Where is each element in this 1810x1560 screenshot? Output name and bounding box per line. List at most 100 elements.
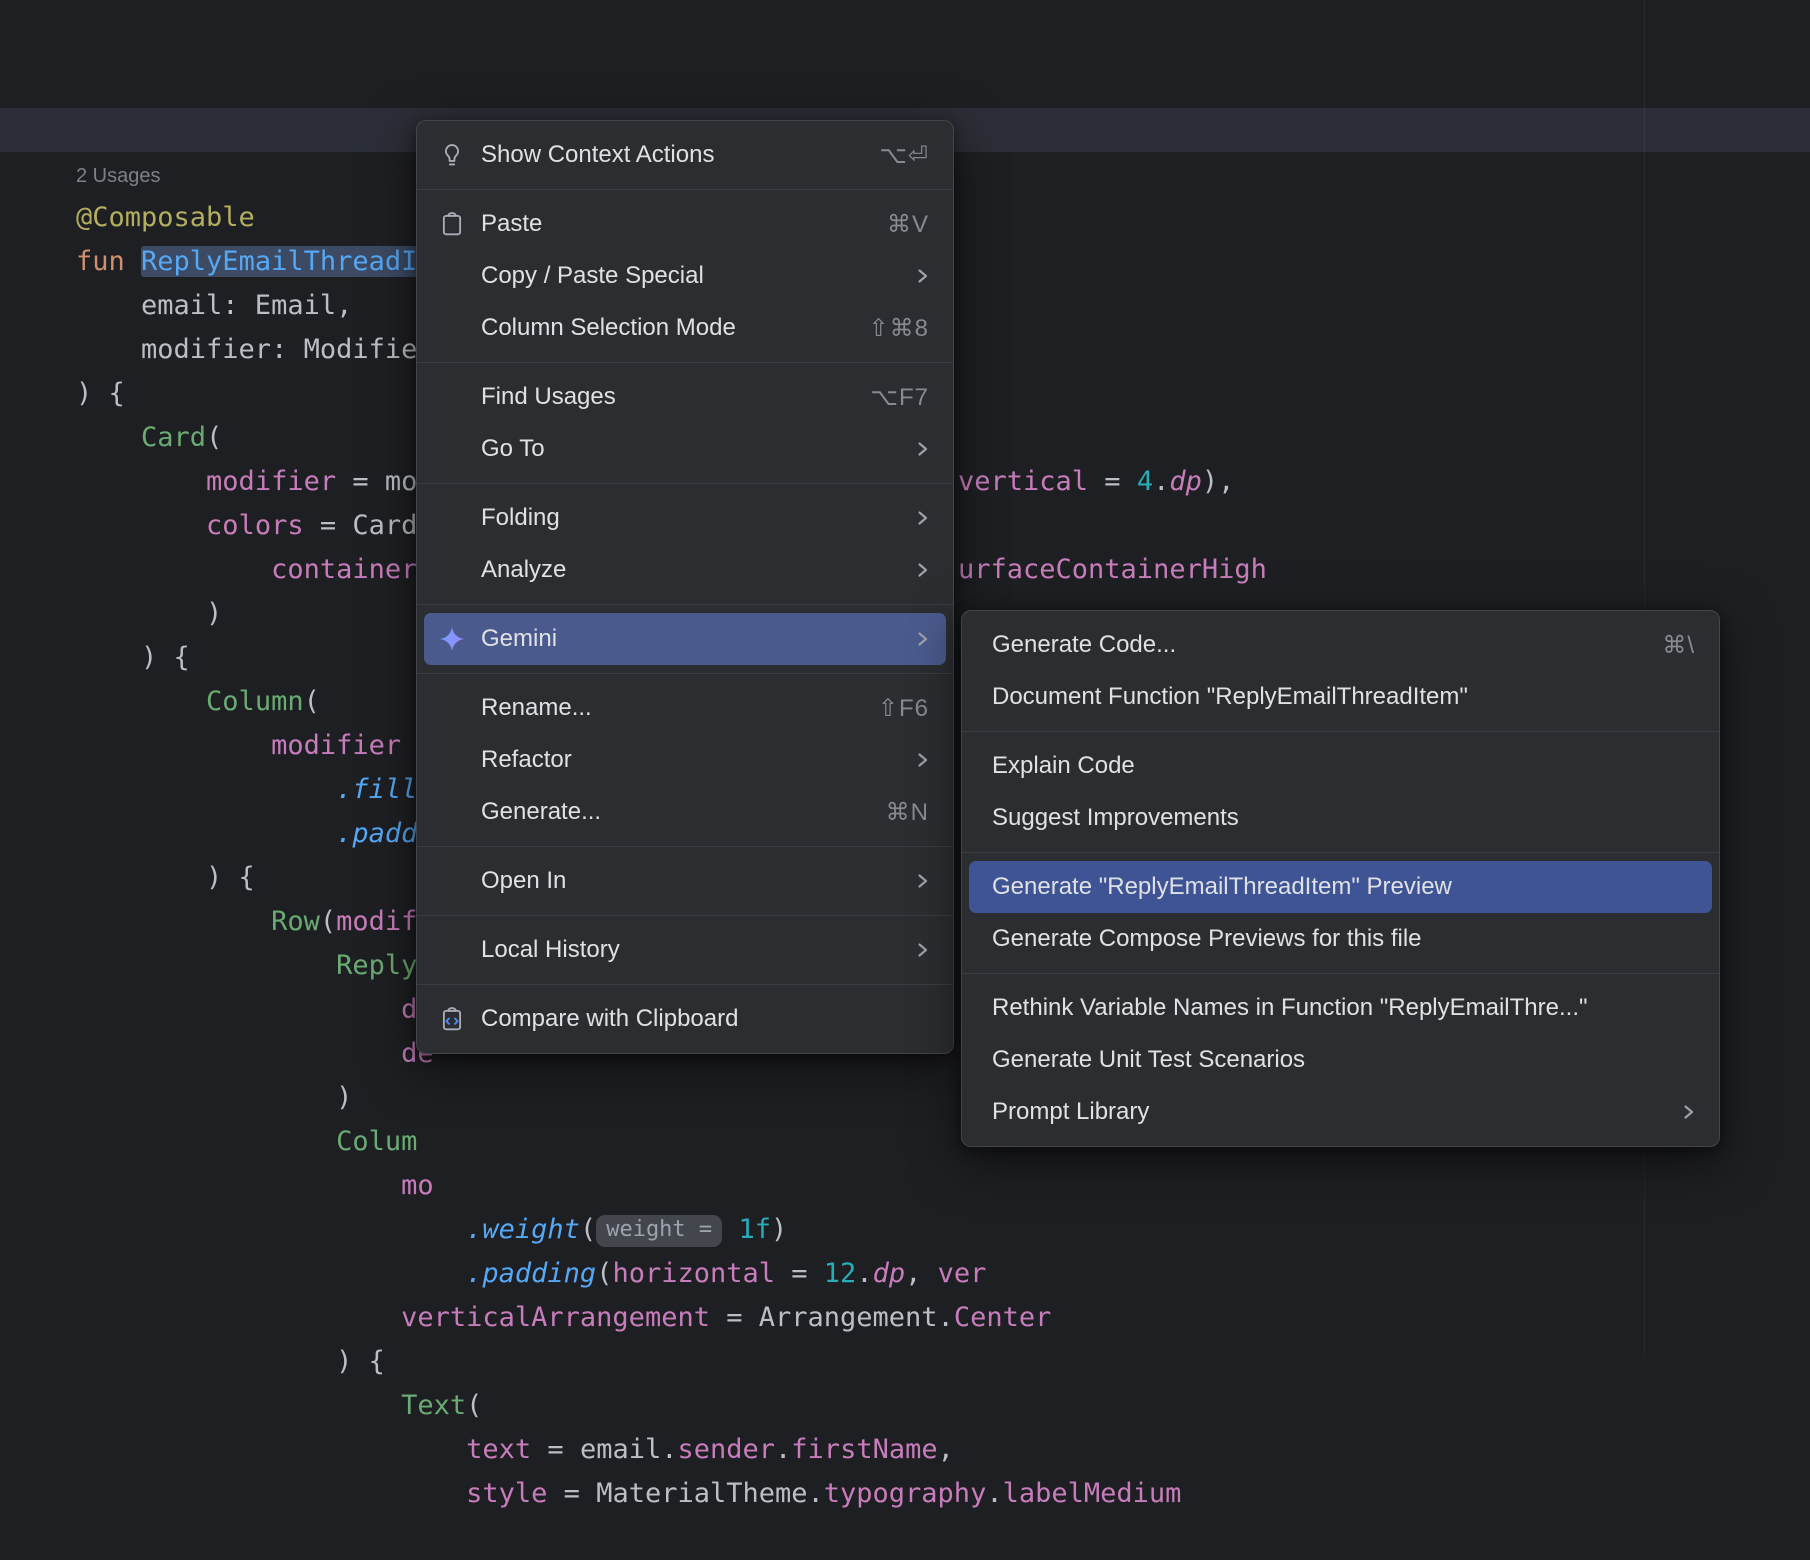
menu-item-label: Show Context Actions: [481, 141, 843, 169]
menu-item-label: Suggest Improvements: [992, 804, 1695, 832]
menu-item-generate-replyemailthreaditem-preview[interactable]: Generate "ReplyEmailThreadItem" Preview: [969, 861, 1712, 913]
menu-item-label: Rethink Variable Names in Function "Repl…: [992, 994, 1695, 1022]
code-token: ) {: [76, 1346, 385, 1377]
code-token: [722, 1214, 738, 1245]
code-line[interactable]: style = MaterialTheme.typography.labelMe…: [76, 1472, 1810, 1516]
menu-item-rename[interactable]: Rename...⇧F6: [424, 682, 946, 734]
code-token: =: [775, 1258, 824, 1289]
menu-item-go-to[interactable]: Go To: [424, 423, 946, 475]
menu-item-label: Explain Code: [992, 752, 1695, 780]
code-line[interactable]: .weight(weight = 1f): [76, 1208, 1810, 1252]
menu-item-show-context-actions[interactable]: Show Context Actions⌥⏎: [424, 129, 946, 181]
menu-item-refactor[interactable]: Refactor: [424, 734, 946, 786]
menu-item-document-function-replyemailthreaditem[interactable]: Document Function "ReplyEmailThreadItem": [969, 671, 1712, 723]
menu-item-gemini[interactable]: Gemini: [424, 613, 946, 665]
menu-shortcut: ⇧F6: [878, 694, 929, 723]
blank-icon: [437, 745, 467, 775]
code-token: Center: [954, 1302, 1052, 1333]
paste-icon: [437, 209, 467, 239]
menu-item-generate-compose-previews-for-this-file[interactable]: Generate Compose Previews for this file: [969, 913, 1712, 965]
menu-item-paste[interactable]: Paste⌘V: [424, 198, 946, 250]
menu-item-open-in[interactable]: Open In: [424, 855, 946, 907]
code-token: [76, 422, 141, 453]
code-token: typography: [824, 1478, 987, 1509]
code-token: style: [466, 1478, 547, 1509]
menu-item-column-selection-mode[interactable]: Column Selection Mode⇧⌘8: [424, 302, 946, 354]
menu-item-folding[interactable]: Folding: [424, 492, 946, 544]
code-token: [76, 730, 271, 761]
menu-item-label: Refactor: [481, 746, 880, 774]
code-token: 2 Usages: [76, 165, 161, 187]
code-token: [76, 510, 206, 541]
menu-item-label: Generate "ReplyEmailThreadItem" Preview: [992, 873, 1695, 901]
menu-item-label: Open In: [481, 867, 880, 895]
parameter-hint-pill: weight =: [596, 1215, 722, 1247]
code-line[interactable]: .padding(horizontal = 12.dp, ver: [76, 1252, 1810, 1296]
code-token: 1f: [738, 1214, 771, 1245]
code-token: [76, 950, 336, 981]
code-token: modifier: [206, 466, 336, 497]
code-token: Colum: [336, 1126, 417, 1157]
blank-icon: [437, 434, 467, 464]
menu-item-label: Gemini: [481, 625, 880, 653]
code-token: [76, 906, 271, 937]
code-token: labelMedium: [1003, 1478, 1182, 1509]
code-token: .: [1153, 466, 1169, 497]
menu-item-label: Local History: [481, 936, 880, 964]
code-token: = CardD: [304, 510, 434, 541]
code-token: fun: [76, 246, 141, 277]
menu-item-prompt-library[interactable]: Prompt Library: [969, 1086, 1712, 1138]
code-token: ): [771, 1214, 787, 1245]
code-token: urfaceContainerHigh: [958, 554, 1267, 585]
compare-icon: [437, 1004, 467, 1034]
code-token: (: [596, 1258, 612, 1289]
menu-item-label: Generate...: [481, 798, 850, 826]
code-token: (: [304, 686, 320, 717]
code-token: firstName: [791, 1434, 937, 1465]
code-token: dp: [1169, 466, 1202, 497]
menu-item-generate[interactable]: Generate... ⌘N: [424, 786, 946, 838]
blank-icon: [437, 935, 467, 965]
code-token: 12: [824, 1258, 857, 1289]
code-token: vertical: [958, 466, 1088, 497]
submenu-arrow-icon: [916, 266, 929, 286]
menu-separator: [417, 483, 953, 484]
code-token: modifier: Modifier: [76, 334, 434, 365]
code-line[interactable]: mo: [76, 1164, 1810, 1208]
menu-item-suggest-improvements[interactable]: Suggest Improvements: [969, 792, 1712, 844]
code-token: ): [76, 598, 222, 629]
menu-item-label: Copy / Paste Special: [481, 262, 880, 290]
code-token: ),: [1202, 466, 1235, 497]
editor-context-menu: Show Context Actions⌥⏎ Paste⌘V Copy / Past…: [416, 120, 954, 1054]
code-token: [76, 554, 271, 585]
menu-item-copy-paste-special[interactable]: Copy / Paste Special: [424, 250, 946, 302]
menu-item-find-usages[interactable]: Find Usages⌥F7: [424, 371, 946, 423]
code-token: Text: [401, 1390, 466, 1421]
menu-item-generate-code[interactable]: Generate Code...⌘\: [969, 619, 1712, 671]
code-fragment-right: vertical = 4.dp),: [958, 460, 1234, 504]
menu-separator: [962, 973, 1719, 974]
blank-icon: [437, 797, 467, 827]
menu-item-generate-unit-test-scenarios[interactable]: Generate Unit Test Scenarios: [969, 1034, 1712, 1086]
menu-item-local-history[interactable]: Local History: [424, 924, 946, 976]
menu-item-analyze[interactable]: Analyze: [424, 544, 946, 596]
menu-separator: [962, 852, 1719, 853]
code-token: = MaterialTheme.: [547, 1478, 823, 1509]
menu-separator: [417, 604, 953, 605]
menu-item-compare-with-clipboard[interactable]: Compare with Clipboard: [424, 993, 946, 1045]
code-token: colors: [206, 510, 304, 541]
code-token: [76, 1170, 401, 1201]
code-line[interactable]: ) {: [76, 1340, 1810, 1384]
code-line[interactable]: Text(: [76, 1384, 1810, 1428]
menu-shortcut: ⌘N: [886, 798, 929, 827]
code-line[interactable]: verticalArrangement = Arrangement.Center: [76, 1296, 1810, 1340]
menu-item-rethink-variable-names-in-function-replyemailthre[interactable]: Rethink Variable Names in Function "Repl…: [969, 982, 1712, 1034]
code-token: ver: [938, 1258, 987, 1289]
menu-shortcut: ⌘V: [887, 210, 929, 239]
menu-item-explain-code[interactable]: Explain Code: [969, 740, 1712, 792]
submenu-arrow-icon: [916, 750, 929, 770]
lightbulb-icon: [437, 140, 467, 170]
code-token: (: [466, 1390, 482, 1421]
menu-separator: [417, 362, 953, 363]
code-line[interactable]: text = email.sender.firstName,: [76, 1428, 1810, 1472]
